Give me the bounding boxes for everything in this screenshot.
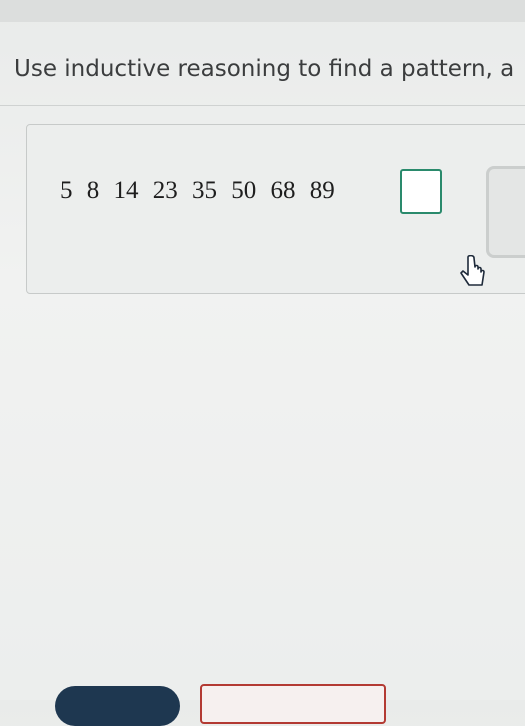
header-divider xyxy=(0,105,525,106)
answer-input[interactable] xyxy=(400,169,442,214)
top-bar xyxy=(0,0,525,22)
primary-button[interactable] xyxy=(55,686,180,726)
sequence-term: 23 xyxy=(152,177,178,204)
sequence-term: 68 xyxy=(270,177,296,204)
sequence-term: 5 xyxy=(60,177,73,204)
sequence-term: 14 xyxy=(113,177,139,204)
sequence-term: 35 xyxy=(192,177,217,204)
sequence-term: 89 xyxy=(309,177,335,204)
sequence-term: 8 xyxy=(86,177,100,204)
math-tools-panel[interactable] xyxy=(486,166,525,258)
number-sequence: 5 8 14 23 35 50 68 89 xyxy=(60,177,343,205)
sequence-term: 50 xyxy=(231,177,257,204)
instruction-text: Use inductive reasoning to find a patter… xyxy=(14,56,515,82)
mouse-pointer-icon xyxy=(460,254,490,294)
secondary-button[interactable] xyxy=(200,684,386,724)
problem-panel xyxy=(26,124,525,294)
